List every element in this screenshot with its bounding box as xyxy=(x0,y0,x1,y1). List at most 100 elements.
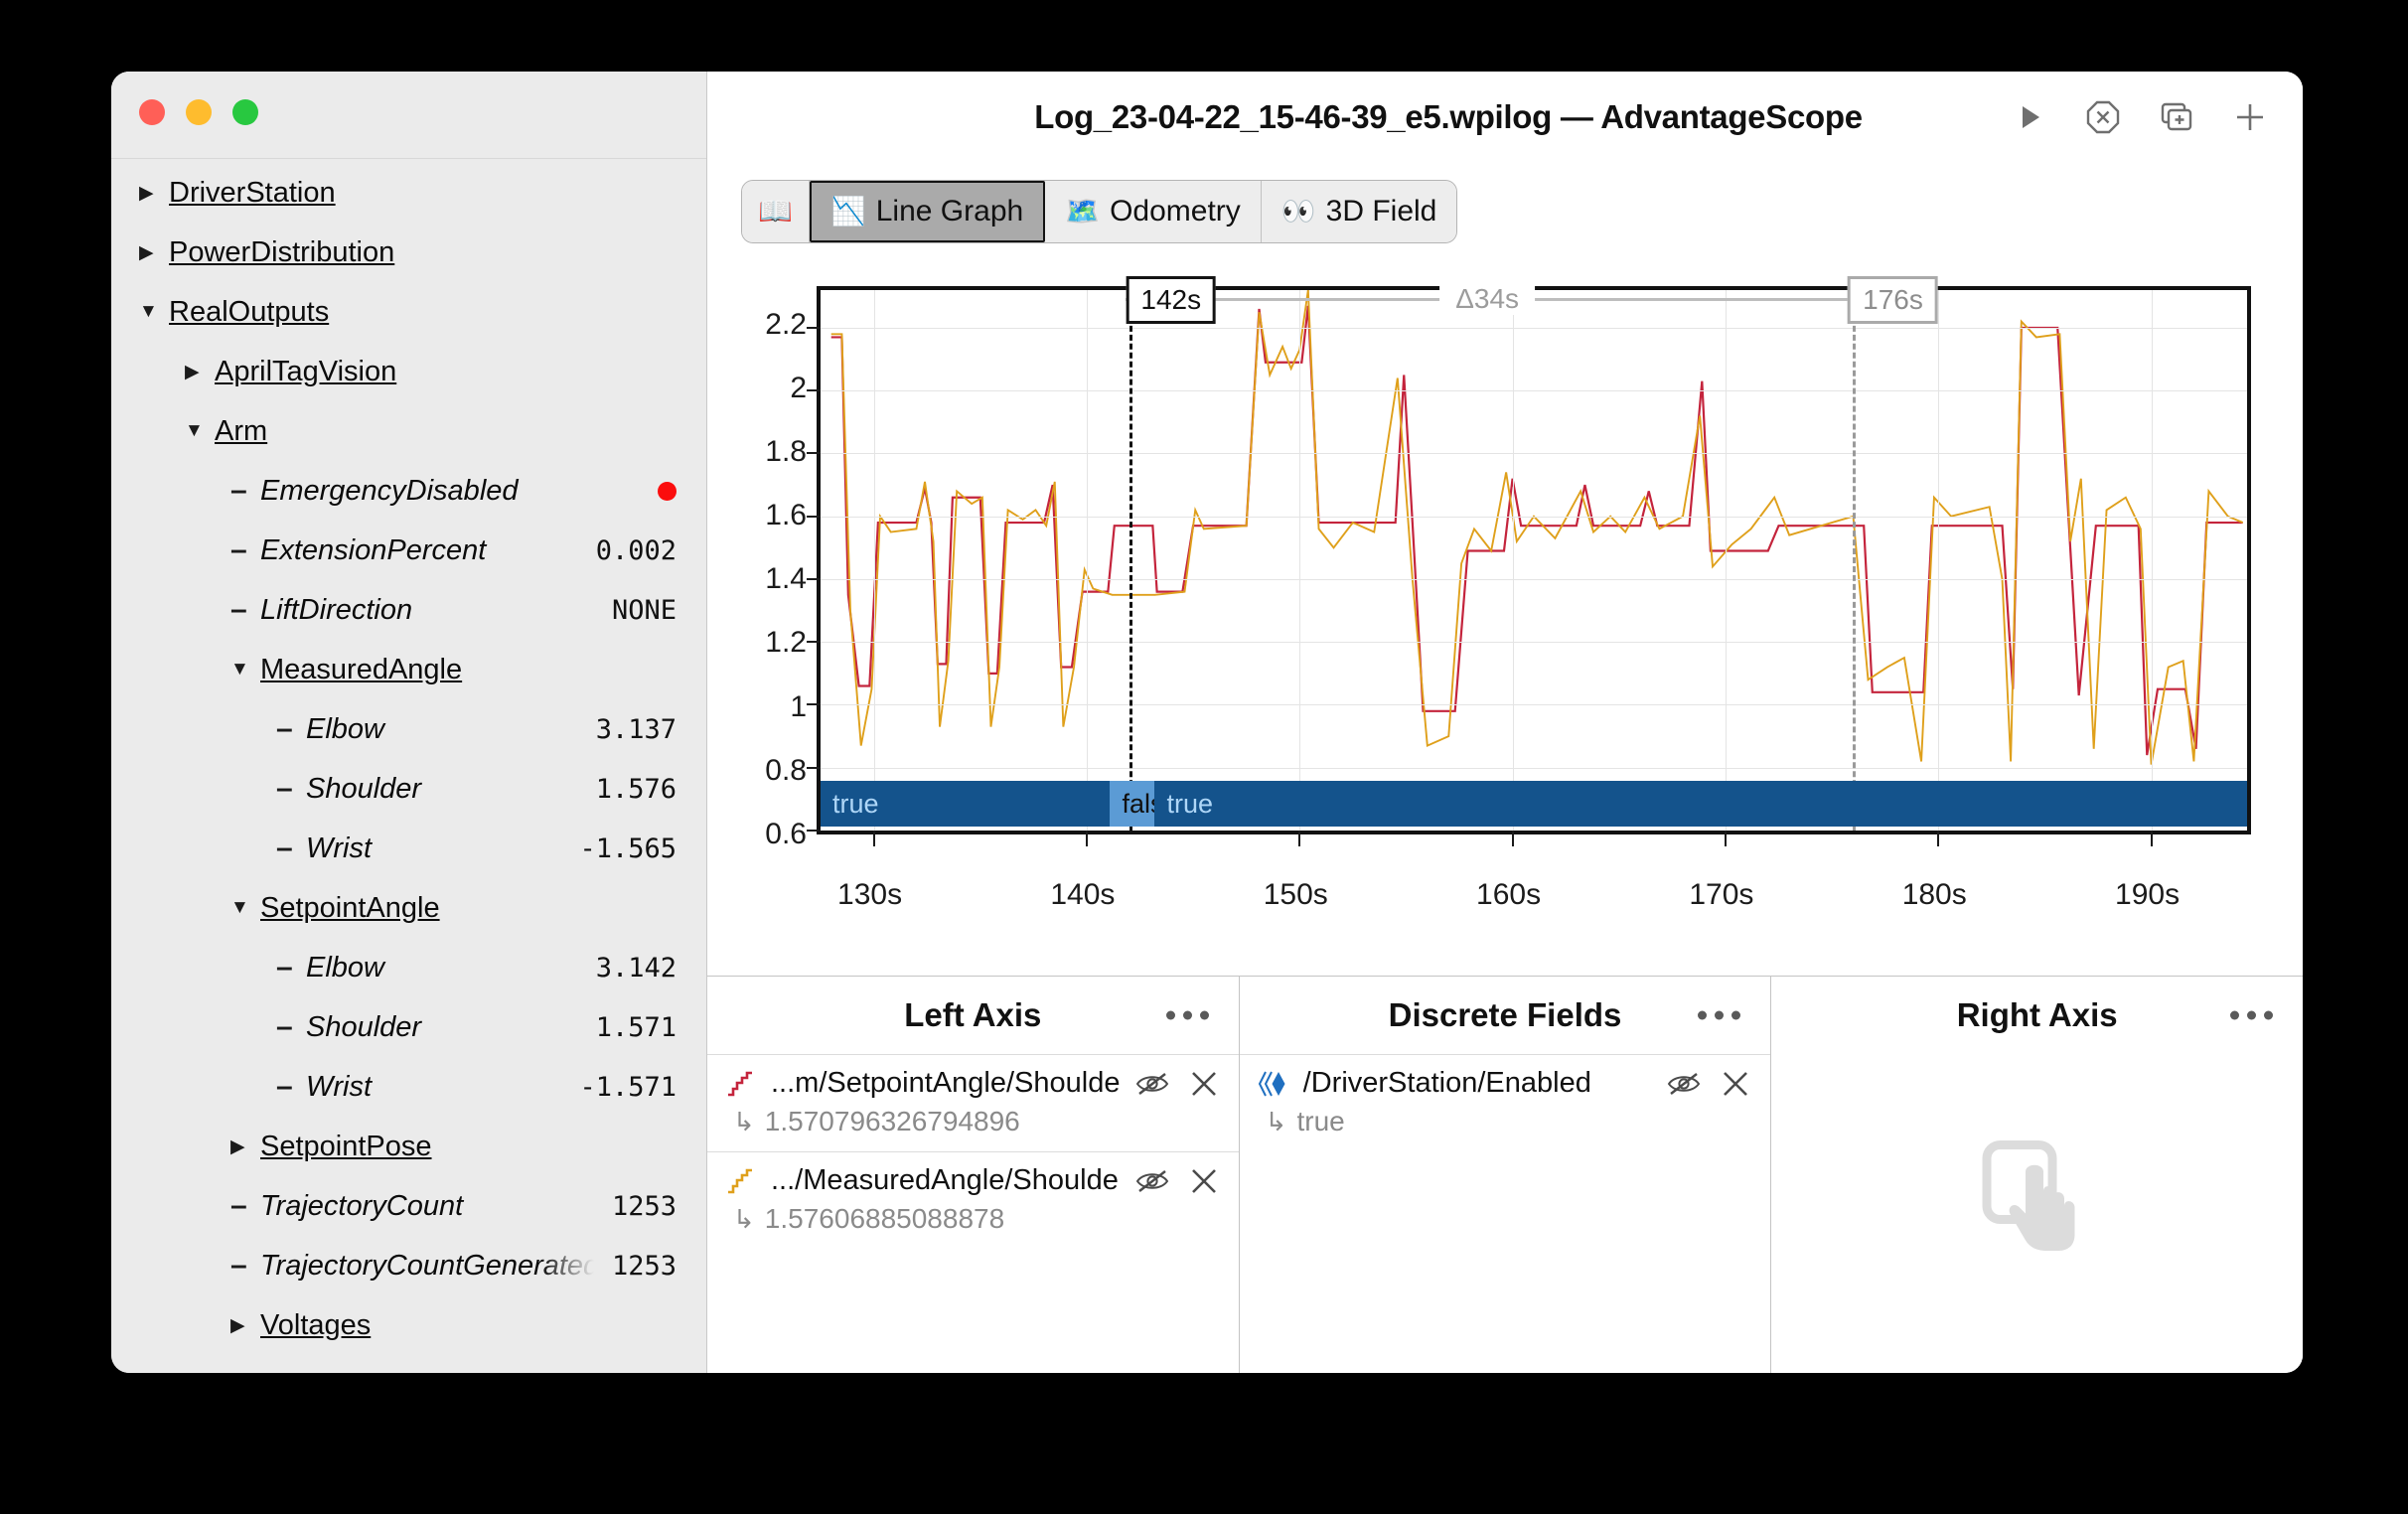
tree-item-driverstation[interactable]: ▶ DriverStation xyxy=(111,163,706,223)
tree-item-label: RealOutputs xyxy=(169,295,330,328)
x-axis-label: 170s xyxy=(1689,878,1754,911)
tab-line-graph[interactable]: 📉 Line Graph xyxy=(809,181,1046,242)
dash-icon[interactable]: – xyxy=(276,774,306,804)
x-axis-tick xyxy=(2150,831,2153,846)
close-icon[interactable] xyxy=(1185,1165,1223,1197)
tab-docs[interactable]: 📖 xyxy=(742,181,810,242)
panel-left-axis[interactable]: Left Axis ...m/SetpointAngle/Shoulder ↳ 1.5… xyxy=(707,977,1240,1373)
tree-item-value: 0.002 xyxy=(595,534,677,566)
more-options-icon[interactable] xyxy=(1165,1010,1209,1020)
tree-item-measuredangle[interactable]: ▼ MeasuredAngle xyxy=(111,640,706,699)
dash-icon[interactable]: – xyxy=(276,833,306,863)
field-row[interactable]: .../MeasuredAngle/Shoulder ↳ 1.57606885088… xyxy=(707,1151,1239,1249)
value-arrow-icon: ↳ xyxy=(733,1203,755,1234)
tree-item-emergencydisabled[interactable]: – EmergencyDisabled xyxy=(111,461,706,521)
selected-time-marker[interactable] xyxy=(1129,290,1132,831)
tree-item-elbow[interactable]: – Elbow 3.142 xyxy=(111,938,706,997)
tree-item-powerdistribution[interactable]: ▶ PowerDistribution xyxy=(111,223,706,282)
tree-item-shoulder[interactable]: – Shoulder 1.576 xyxy=(111,759,706,819)
chevron-down-icon[interactable]: ▼ xyxy=(230,897,260,919)
dash-icon[interactable]: – xyxy=(230,1251,260,1281)
tree-item-extensionpercent[interactable]: – ExtensionPercent 0.002 xyxy=(111,521,706,580)
dash-icon[interactable]: – xyxy=(230,1191,260,1221)
tree-item-shoulder[interactable]: – Shoulder 1.571 xyxy=(111,997,706,1057)
tree-item-label: Shoulder xyxy=(306,772,422,805)
dash-icon[interactable]: – xyxy=(276,1072,306,1102)
discrete-segment[interactable]: true xyxy=(821,781,1111,827)
chevron-right-icon[interactable]: ▶ xyxy=(185,361,215,383)
field-tree-sidebar[interactable]: ▶DashboardInputs▶DriverStation▶PowerDist… xyxy=(111,72,707,1373)
tree-item-realoutputs[interactable]: ▼ RealOutputs xyxy=(111,282,706,342)
chevron-right-icon[interactable]: ▶ xyxy=(230,1314,260,1337)
panel-discrete-fields[interactable]: Discrete Fields/DriverStation/Enabled ↳ tr… xyxy=(1239,977,1772,1373)
close-window-button[interactable] xyxy=(139,99,165,125)
chevron-right-icon[interactable]: ▶ xyxy=(230,1136,260,1158)
dash-icon[interactable]: – xyxy=(230,595,260,625)
eye-off-icon[interactable] xyxy=(1133,1168,1171,1194)
plus-icon[interactable] xyxy=(2231,98,2269,136)
discrete-segment[interactable]: false xyxy=(1110,781,1155,827)
dash-icon[interactable]: – xyxy=(276,714,306,744)
discrete-segment[interactable]: true xyxy=(1154,781,2247,827)
tree-item-voltages[interactable]: ▶ Voltages xyxy=(111,1295,706,1355)
tree-item-wrist[interactable]: – Wrist -1.565 xyxy=(111,819,706,878)
tree-item-label: AprilTagVision xyxy=(215,355,397,387)
y-axis-tick xyxy=(807,641,821,644)
chevron-down-icon[interactable]: ▼ xyxy=(230,659,260,681)
chevron-right-icon[interactable]: ▶ xyxy=(139,241,169,264)
dash-icon[interactable]: – xyxy=(276,1012,306,1042)
tree-item-label: ExtensionPercent xyxy=(260,533,487,566)
field-row[interactable]: /DriverStation/Enabled ↳ true xyxy=(1239,1054,1771,1151)
step-line-icon xyxy=(723,1069,757,1099)
chevron-down-icon[interactable]: ▼ xyxy=(185,420,215,442)
close-icon[interactable] xyxy=(1185,1068,1223,1100)
dash-icon[interactable]: – xyxy=(276,953,306,983)
stop-icon[interactable] xyxy=(2084,98,2122,136)
tree-item-wrist[interactable]: – Wrist -1.571 xyxy=(111,1057,706,1117)
tree-item-label: Elbow xyxy=(306,951,384,984)
gridline-horizontal xyxy=(821,578,2247,580)
map-icon: 🗺️ xyxy=(1065,196,1101,227)
tree-item-label: TrajectoryCount xyxy=(260,1189,464,1222)
panel-title: Left Axis xyxy=(904,996,1042,1033)
close-icon[interactable] xyxy=(1717,1068,1754,1100)
chevron-down-icon[interactable]: ▼ xyxy=(139,301,169,323)
window-traffic-lights[interactable] xyxy=(139,99,258,125)
tree-item-setpointangle[interactable]: ▼ SetpointAngle xyxy=(111,878,706,938)
tab-3d-field[interactable]: 👀 3D Field xyxy=(1261,181,1457,242)
eye-off-icon[interactable] xyxy=(1665,1071,1703,1097)
minimize-window-button[interactable] xyxy=(186,99,212,125)
view-tabs[interactable]: 📖 📉 Line Graph 🗺️ Odometry 👀 3D Field xyxy=(741,180,1458,243)
tab-odometry[interactable]: 🗺️ Odometry xyxy=(1045,181,1262,242)
tree-item-setpointpose[interactable]: ▶ SetpointPose xyxy=(111,1117,706,1176)
tree-item-trajectorycount[interactable]: – TrajectoryCount 1253 xyxy=(111,1176,706,1236)
title-bar: Log_23-04-22_15-46-39_e5.wpilog — Advant… xyxy=(707,72,2303,163)
x-axis-tick xyxy=(1511,831,1514,846)
tree-item-arm[interactable]: ▼ Arm xyxy=(111,401,706,461)
field-name: /DriverStation/Enabled xyxy=(1302,1067,1591,1099)
eye-off-icon[interactable] xyxy=(1133,1071,1171,1097)
play-icon[interactable] xyxy=(2011,98,2048,136)
hovered-time-marker[interactable] xyxy=(1853,290,1857,831)
more-options-icon[interactable] xyxy=(2230,1010,2274,1020)
tree-item-label: Wrist xyxy=(306,1070,373,1103)
x-axis-tick xyxy=(1298,831,1301,846)
tree-item-trajectorycountgenerated[interactable]: – TrajectoryCountGenerated 1253 xyxy=(111,1236,706,1295)
add-window-icon[interactable] xyxy=(2158,98,2195,136)
chevron-right-icon[interactable]: ▶ xyxy=(139,182,169,205)
line-graph[interactable]: truefalsetrue 2.2 2 1.8 1.6 1.4 1.2 1 0.8 0.6 130… xyxy=(737,268,2273,954)
tree-item-liftdirection[interactable]: – LiftDirection NONE xyxy=(111,580,706,640)
zoom-window-button[interactable] xyxy=(232,99,258,125)
dash-icon[interactable]: – xyxy=(230,535,260,565)
more-options-icon[interactable] xyxy=(1698,1010,1741,1020)
y-axis-label: 1.4 xyxy=(765,562,807,596)
tree-item-apriltagvision[interactable]: ▶ AprilTagVision xyxy=(111,342,706,401)
dash-icon[interactable]: – xyxy=(230,476,260,506)
tree-item-elbow[interactable]: – Elbow 3.137 xyxy=(111,699,706,759)
field-tree[interactable]: ▶DashboardInputs▶DriverStation▶PowerDist… xyxy=(111,72,706,1373)
panel-right-axis[interactable]: Right Axis xyxy=(1771,977,2303,1373)
y-axis-label: 1.6 xyxy=(765,499,807,532)
discrete-field-strip[interactable]: truefalsetrue xyxy=(821,781,2247,827)
field-row[interactable]: ...m/SetpointAngle/Shoulder ↳ 1.5707963267… xyxy=(707,1054,1239,1151)
plot-canvas[interactable]: truefalsetrue xyxy=(807,286,2251,846)
